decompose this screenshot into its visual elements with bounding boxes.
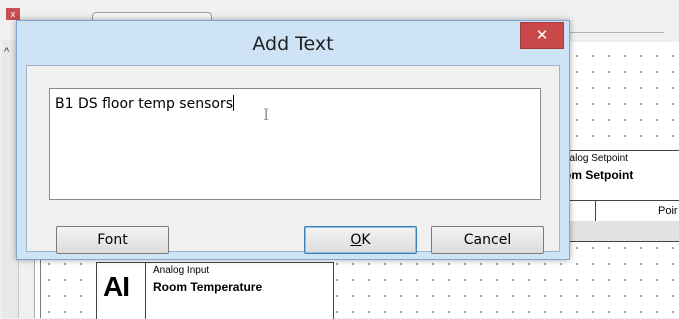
ai-type-label: Analog Input <box>153 265 210 276</box>
dialog-titlebar[interactable]: Add Text ✕ <box>17 21 569 65</box>
cancel-button[interactable]: Cancel <box>431 226 544 254</box>
setpoint-column-label: Poir <box>658 205 678 217</box>
dialog-body: B1 DS floor temp sensors I Font OK Cance… <box>26 65 560 254</box>
ai-letters: AI <box>103 271 130 302</box>
text-input-value: B1 DS floor temp sensors <box>55 96 234 112</box>
analog-input-object[interactable]: AI Analog Input Room Temperature <box>96 262 334 319</box>
setpoint-header-row: Poir <box>562 200 679 222</box>
add-text-dialog: Add Text ✕ B1 DS floor temp sensors I Fo… <box>16 20 570 260</box>
column-divider <box>595 201 596 221</box>
font-button[interactable]: Font <box>56 226 169 254</box>
ibeam-cursor-icon: I <box>263 105 270 124</box>
setpoint-object[interactable]: nalog Setpoint om Setpoint <box>562 150 679 203</box>
ai-name-label: Room Temperature <box>153 280 263 294</box>
cancel-button-label: Cancel <box>463 232 512 248</box>
dialog-title: Add Text <box>252 33 334 55</box>
collapse-icon[interactable]: ^ <box>4 46 9 58</box>
font-button-label: Font <box>97 232 128 248</box>
setpoint-value-row <box>562 221 679 242</box>
text-input[interactable]: B1 DS floor temp sensors <box>49 88 541 200</box>
setpoint-name-label: om Setpoint <box>564 168 634 182</box>
background-close-icon[interactable]: x <box>6 8 20 20</box>
ok-button-label: OK <box>350 232 371 248</box>
setpoint-type-label: nalog Setpoint <box>564 153 628 164</box>
text-caret <box>233 95 235 111</box>
ok-button[interactable]: OK <box>304 226 417 254</box>
ai-divider <box>145 263 146 319</box>
close-icon[interactable]: ✕ <box>520 22 564 49</box>
